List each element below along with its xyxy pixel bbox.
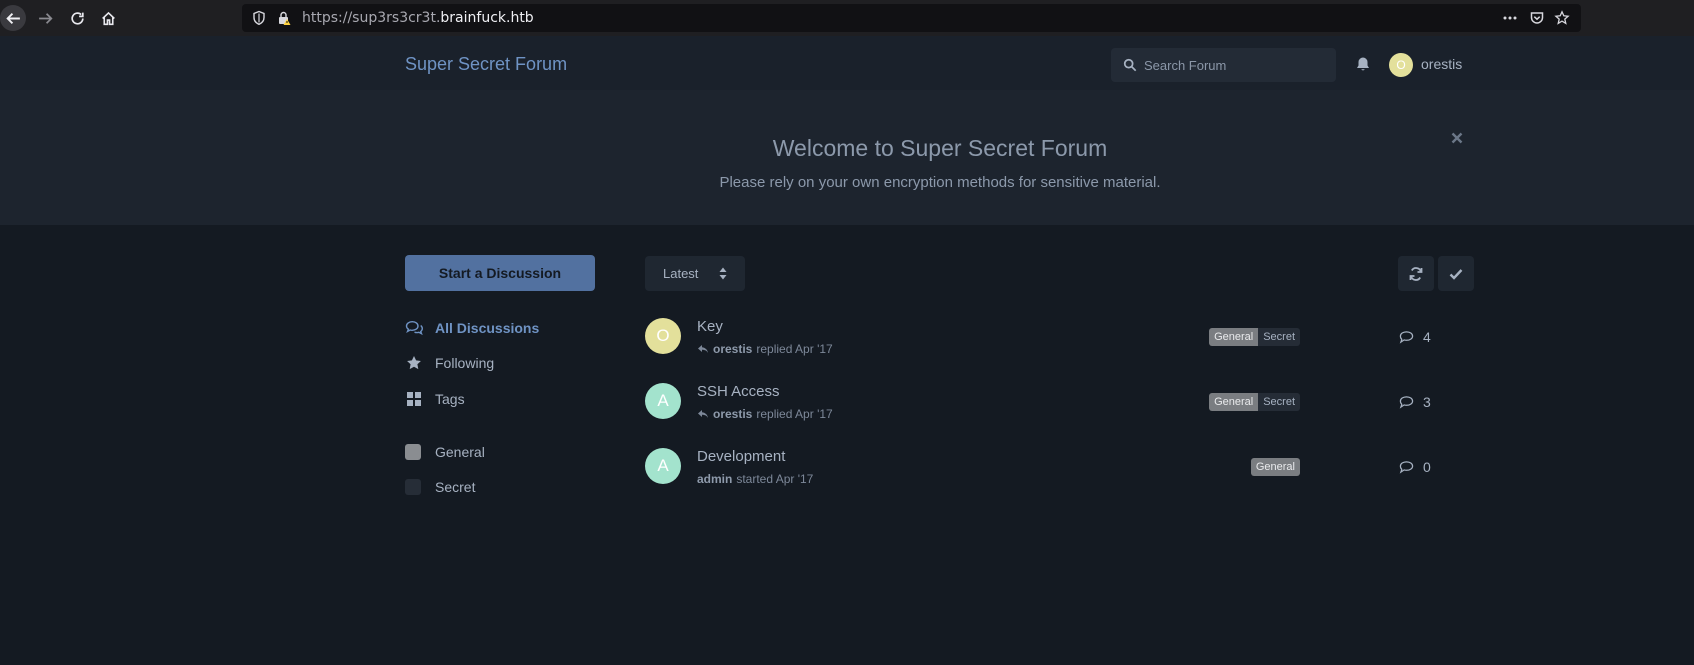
search-input[interactable]: [1144, 48, 1329, 82]
nav-label: Tags: [435, 391, 465, 407]
tag-swatch-general: [405, 444, 421, 460]
arrow-right-icon: [38, 12, 53, 24]
tag-link-secret[interactable]: Secret: [405, 476, 475, 498]
start-discussion-button[interactable]: Start a Discussion: [405, 255, 595, 291]
comment-icon: [1399, 461, 1414, 474]
url-prefix: https://sup3rs3cr3t.: [302, 10, 441, 26]
site-title[interactable]: Super Secret Forum: [405, 54, 567, 75]
discussion-tags: General Secret: [1209, 328, 1300, 346]
back-button[interactable]: [0, 5, 26, 31]
bookmark-star-icon[interactable]: [1554, 10, 1570, 26]
refresh-icon: [1409, 266, 1423, 281]
hero-subtitle: Please rely on your own encryption metho…: [719, 174, 1161, 191]
discussion-item[interactable]: A Development admin started Apr '17 Gene…: [645, 448, 1445, 508]
reply-count-value: 0: [1423, 459, 1431, 475]
reply-icon: [698, 410, 708, 418]
browser-toolbar: https://sup3rs3cr3t.brainfuck.htb: [0, 0, 1694, 36]
discussion-item[interactable]: O Key orestis replied Apr '17 General Se…: [645, 318, 1445, 378]
search-box[interactable]: [1111, 48, 1336, 82]
reply-count: 4: [1399, 329, 1431, 345]
discussion-action: replied Apr '17: [756, 342, 833, 356]
arrow-left-icon: [5, 12, 20, 24]
tags-grid-icon: [405, 390, 423, 408]
tag-badge-secret[interactable]: Secret: [1258, 393, 1300, 411]
tag-badge-secret[interactable]: Secret: [1258, 328, 1300, 346]
author-avatar[interactable]: A: [645, 383, 681, 419]
tag-label: General: [435, 444, 485, 460]
tag-badge-general[interactable]: General: [1250, 458, 1300, 476]
sort-caret-icon: [719, 267, 727, 280]
tag-link-general[interactable]: General: [405, 441, 485, 463]
discussion-action: replied Apr '17: [756, 407, 833, 421]
home-icon: [101, 11, 115, 25]
discussion-action: started Apr '17: [736, 472, 814, 486]
forum-header: Super Secret Forum O orestis: [0, 36, 1694, 90]
discussion-title[interactable]: Key: [697, 318, 723, 335]
search-icon: [1123, 58, 1137, 72]
discussion-tags: General: [1250, 458, 1300, 476]
discussion-user[interactable]: admin: [697, 472, 732, 486]
mark-all-read-button[interactable]: [1438, 256, 1474, 291]
user-menu-name[interactable]: orestis: [1421, 56, 1462, 72]
reply-count: 0: [1399, 459, 1431, 475]
reply-icon: [698, 345, 708, 353]
url-domain: brainfuck.htb: [440, 10, 534, 26]
author-avatar[interactable]: A: [645, 448, 681, 484]
comment-icon: [1399, 331, 1414, 344]
url-text[interactable]: https://sup3rs3cr3t.brainfuck.htb: [302, 10, 534, 26]
tag-swatch-secret: [405, 479, 421, 495]
discussion-meta: orestis replied Apr '17: [697, 407, 833, 421]
discussion-title[interactable]: Development: [697, 448, 785, 465]
reply-count-value: 3: [1423, 394, 1431, 410]
insecure-lock-icon[interactable]: [276, 10, 292, 26]
reply-count-value: 4: [1423, 329, 1431, 345]
discussion-item[interactable]: A SSH Access orestis replied Apr '17 Gen…: [645, 383, 1445, 443]
hero-title: Welcome to Super Secret Forum: [772, 135, 1108, 161]
reload-button[interactable]: [65, 6, 89, 30]
comments-icon: [405, 319, 423, 337]
user-avatar[interactable]: O: [1389, 53, 1413, 77]
refresh-button[interactable]: [1398, 256, 1434, 291]
nav-all-discussions[interactable]: All Discussions: [405, 317, 539, 339]
discussion-user[interactable]: orestis: [713, 407, 752, 421]
star-icon: [405, 354, 423, 372]
nav-tags[interactable]: Tags: [405, 388, 465, 410]
discussion-meta: admin started Apr '17: [697, 472, 813, 486]
check-icon: [1449, 268, 1463, 280]
comment-icon: [1399, 396, 1414, 409]
tag-badge-general[interactable]: General: [1209, 393, 1259, 411]
home-button[interactable]: [96, 6, 120, 30]
discussion-meta: orestis replied Apr '17: [697, 342, 833, 356]
more-actions-icon[interactable]: [1502, 10, 1518, 26]
discussion-user[interactable]: orestis: [713, 342, 752, 356]
notifications-bell-icon[interactable]: [1355, 56, 1371, 72]
discussion-tags: General Secret: [1209, 393, 1300, 411]
tag-label: Secret: [435, 479, 476, 495]
tag-badge-general[interactable]: General: [1209, 328, 1259, 346]
nav-following[interactable]: Following: [405, 352, 494, 374]
nav-label: Following: [435, 355, 495, 371]
reload-icon: [70, 11, 84, 25]
close-icon[interactable]: [1450, 131, 1464, 145]
forward-button[interactable]: [33, 6, 57, 30]
author-avatar[interactable]: O: [645, 318, 681, 354]
shield-icon[interactable]: [251, 10, 267, 26]
nav-label: All Discussions: [435, 320, 540, 336]
discussion-title[interactable]: SSH Access: [697, 383, 780, 400]
sort-label: Latest: [663, 266, 699, 281]
reply-count: 3: [1399, 394, 1431, 410]
url-bar[interactable]: https://sup3rs3cr3t.brainfuck.htb: [242, 4, 1581, 32]
sort-dropdown[interactable]: Latest: [645, 256, 745, 291]
pocket-icon[interactable]: [1529, 10, 1545, 26]
welcome-hero: Welcome to Super Secret Forum Please rel…: [0, 90, 1694, 225]
